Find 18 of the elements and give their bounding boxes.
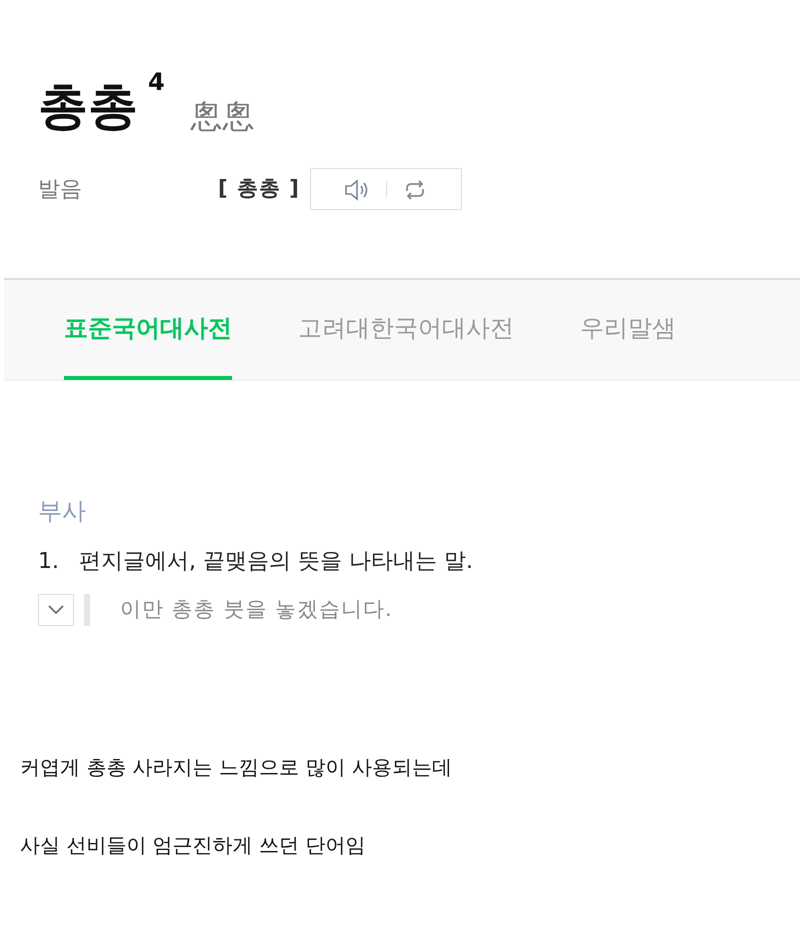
- definition-text: 편지글에서, 끝맺음의 뜻을 나타내는 말.: [79, 548, 473, 576]
- definition-number: 1.: [38, 548, 59, 576]
- headword: 총총: [38, 81, 138, 131]
- chevron-down-icon: [48, 605, 64, 615]
- speaker-icon: [344, 178, 370, 201]
- pronunciation-label: 발음: [38, 176, 83, 204]
- homonym-number: 4: [148, 67, 165, 98]
- part-of-speech: 부사: [38, 496, 87, 527]
- dictionary-tab[interactable]: 고려대한국어대사전: [298, 280, 514, 380]
- expand-button[interactable]: [38, 594, 74, 626]
- comment-text: 커엽게 총총 사라지는 느낌으로 많이 사용되는데: [20, 754, 453, 781]
- quote-bar: [84, 594, 90, 626]
- dictionary-tab[interactable]: 우리말샘: [580, 280, 676, 380]
- comment-text: 사실 선비들이 엄근진하게 쓰던 단어임: [20, 832, 366, 859]
- hanja-text: 悤悤: [190, 96, 255, 137]
- dictionary-tab[interactable]: 표준국어대사전: [64, 280, 232, 380]
- pronunciation-text: [ 총총 ]: [218, 175, 300, 202]
- example-sentence: 이만 총총 붓을 놓겠습니다.: [120, 596, 393, 624]
